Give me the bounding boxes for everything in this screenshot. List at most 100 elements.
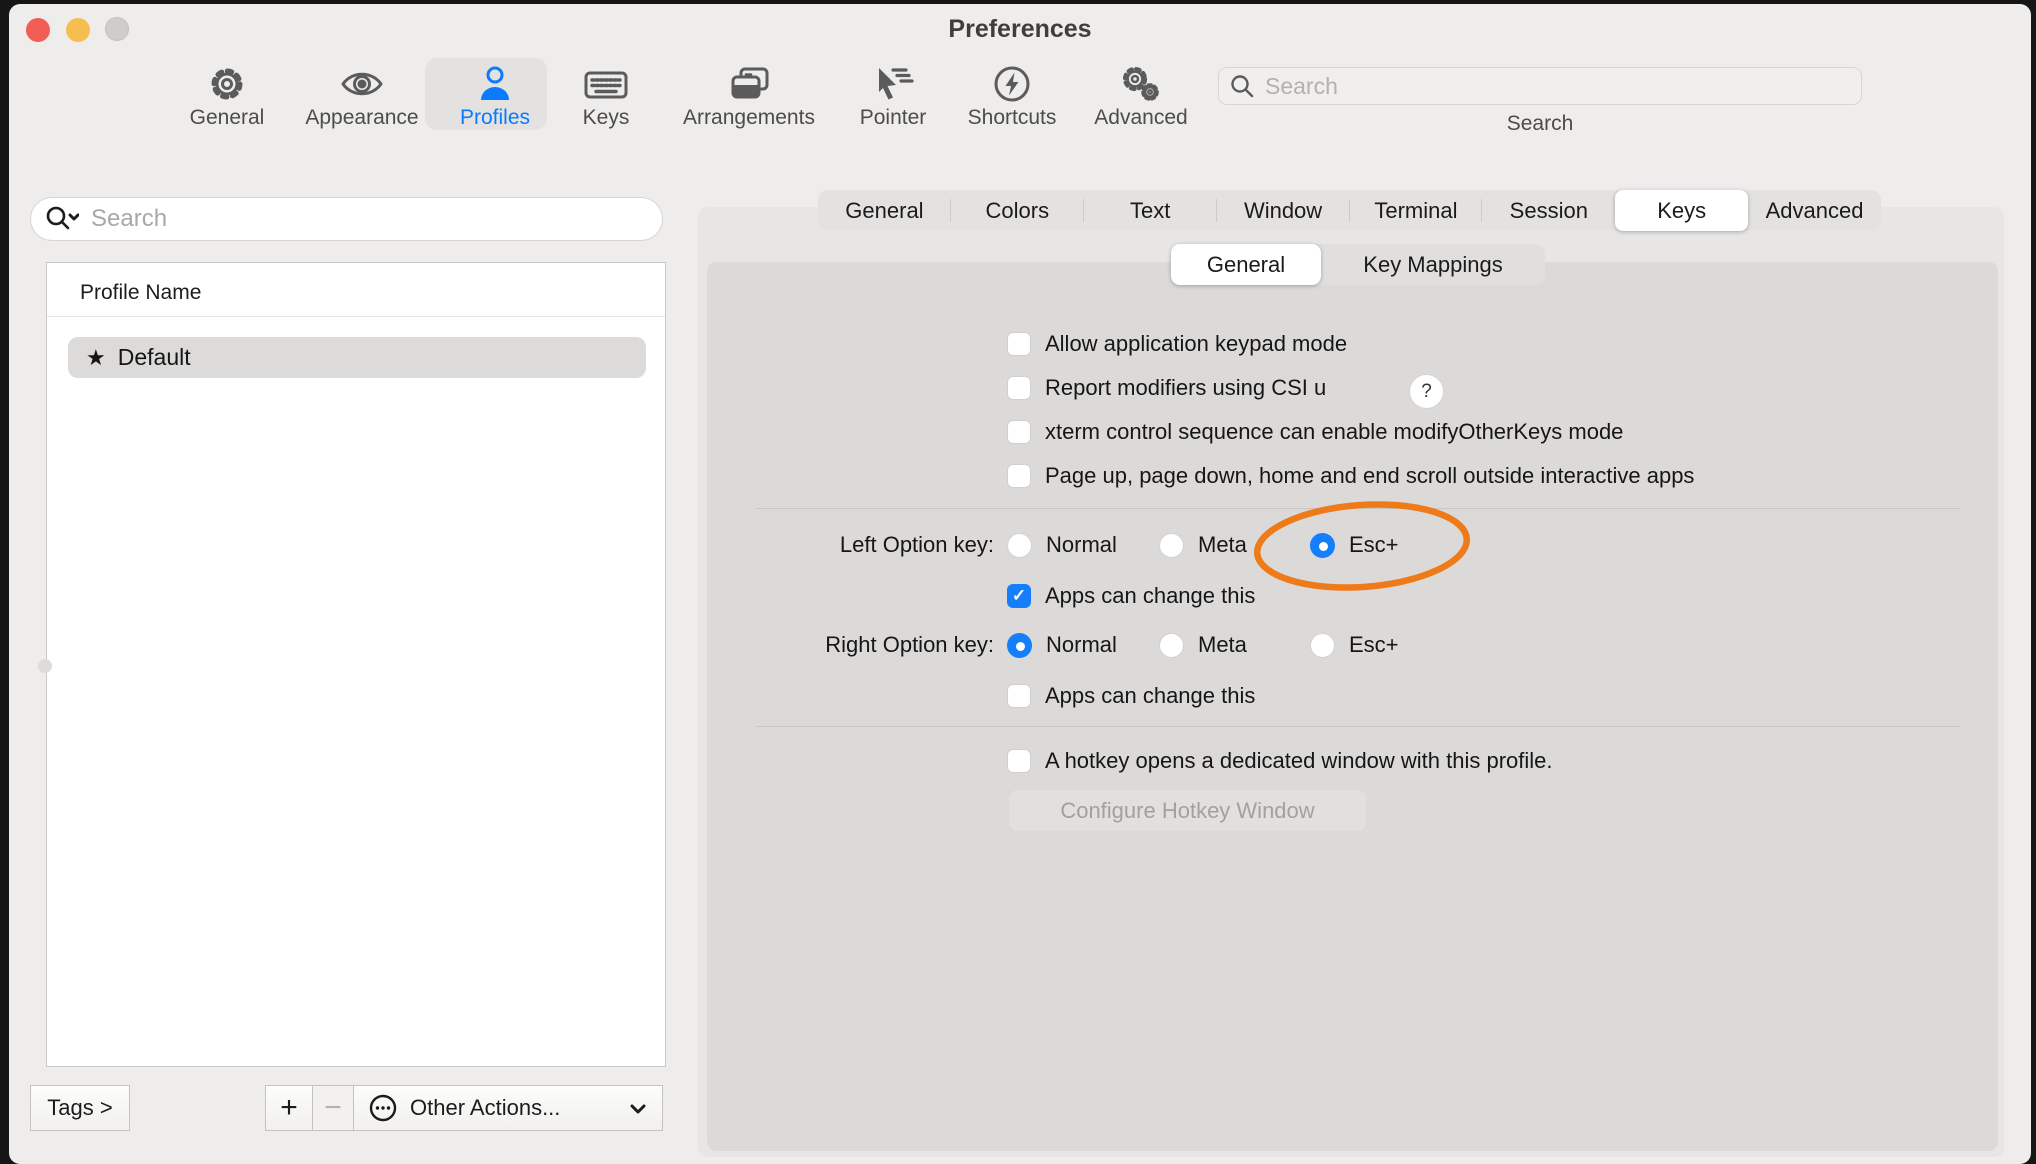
toolbar-item-label: Arrangements bbox=[683, 106, 815, 130]
keys-general-panel bbox=[707, 262, 1998, 1151]
radio-circle[interactable] bbox=[1159, 633, 1184, 658]
checkbox-row[interactable]: ✓ Apps can change this bbox=[1007, 583, 1255, 609]
toolbar-item-shortcuts[interactable]: Shortcuts bbox=[952, 58, 1072, 130]
radio-circle[interactable] bbox=[1310, 633, 1335, 658]
radio-circle[interactable] bbox=[1007, 633, 1032, 658]
checkbox-label: Allow application keypad mode bbox=[1045, 331, 1347, 357]
profile-list: Profile Name ★ Default bbox=[46, 262, 666, 1067]
add-profile-button[interactable]: + bbox=[265, 1085, 313, 1131]
radio-right-normal[interactable]: Normal bbox=[1007, 632, 1117, 658]
radio-circle[interactable] bbox=[1310, 533, 1335, 558]
radio-right-esc[interactable]: Esc+ bbox=[1310, 632, 1399, 658]
tab-window[interactable]: Window bbox=[1217, 190, 1350, 231]
cursor-icon bbox=[872, 62, 914, 106]
keys-subtabs: General Key Mappings bbox=[1171, 244, 1545, 285]
toolbar-item-general[interactable]: General bbox=[177, 58, 277, 130]
toolbar-item-label: Advanced bbox=[1094, 106, 1187, 130]
checkbox-label: A hotkey opens a dedicated window with t… bbox=[1045, 748, 1553, 774]
checkbox-row[interactable]: Page up, page down, home and end scroll … bbox=[1007, 463, 1694, 489]
keyboard-icon bbox=[583, 62, 629, 106]
tab-text[interactable]: Text bbox=[1084, 190, 1217, 231]
toolbar-item-label: General bbox=[190, 106, 265, 130]
checkbox-label: Apps can change this bbox=[1045, 583, 1255, 609]
search-icon bbox=[1229, 73, 1255, 99]
tags-button[interactable]: Tags > bbox=[30, 1085, 130, 1131]
toolbar-item-label: Appearance bbox=[305, 106, 418, 130]
toolbar-item-label: Profiles bbox=[460, 106, 530, 130]
preferences-window: Preferences General Appearance bbox=[9, 4, 2031, 1164]
checkbox-allow-keypad[interactable] bbox=[1007, 332, 1031, 356]
checkbox-label: xterm control sequence can enable modify… bbox=[1045, 419, 1623, 445]
radio-circle[interactable] bbox=[1007, 533, 1032, 558]
chevron-down-icon bbox=[630, 1103, 646, 1115]
bolt-circle-icon bbox=[992, 62, 1032, 106]
radio-right-meta[interactable]: Meta bbox=[1159, 632, 1247, 658]
checkbox-row[interactable]: Allow application keypad mode bbox=[1007, 331, 1347, 357]
tab-session[interactable]: Session bbox=[1482, 190, 1615, 231]
divider bbox=[47, 316, 665, 317]
toolbar-search-field[interactable] bbox=[1218, 67, 1862, 105]
radio-left-esc[interactable]: Esc+ bbox=[1310, 532, 1399, 558]
checkbox-csi-u[interactable] bbox=[1007, 376, 1031, 400]
checkbox-label: Page up, page down, home and end scroll … bbox=[1045, 463, 1694, 489]
toolbar-item-keys[interactable]: Keys bbox=[566, 58, 646, 130]
toolbar-search-input[interactable] bbox=[1265, 73, 1825, 100]
profile-row-default[interactable]: ★ Default bbox=[68, 337, 646, 378]
tab-colors[interactable]: Colors bbox=[951, 190, 1084, 231]
toolbar-item-advanced[interactable]: Advanced bbox=[1081, 58, 1201, 130]
profile-section-tabs: General Colors Text Window Terminal Sess… bbox=[818, 190, 1881, 231]
left-option-key-label: Left Option key: bbox=[754, 532, 994, 558]
other-actions-dropdown[interactable]: Other Actions... bbox=[353, 1085, 663, 1131]
toolbar-item-arrangements[interactable]: Arrangements bbox=[671, 58, 827, 130]
toolbar-item-pointer[interactable]: Pointer bbox=[843, 58, 943, 130]
window-title: Preferences bbox=[9, 15, 2031, 44]
profile-search-input[interactable] bbox=[91, 205, 631, 233]
help-button[interactable]: ? bbox=[1409, 374, 1444, 409]
checkbox-modify-other-keys[interactable] bbox=[1007, 420, 1031, 444]
configure-hotkey-window-button: Configure Hotkey Window bbox=[1009, 790, 1366, 831]
checkbox-hotkey-window[interactable] bbox=[1007, 749, 1031, 773]
remove-profile-button[interactable]: − bbox=[312, 1085, 354, 1131]
subtab-general[interactable]: General bbox=[1171, 244, 1321, 285]
gear-icon bbox=[207, 62, 247, 106]
tab-terminal[interactable]: Terminal bbox=[1350, 190, 1483, 231]
checkbox-page-scroll[interactable] bbox=[1007, 464, 1031, 488]
star-icon: ★ bbox=[86, 345, 106, 371]
tab-keys[interactable]: Keys bbox=[1615, 190, 1748, 231]
radio-left-normal[interactable]: Normal bbox=[1007, 532, 1117, 558]
radio-circle[interactable] bbox=[1159, 533, 1184, 558]
divider bbox=[756, 726, 1960, 727]
checkbox-apps-change-left[interactable]: ✓ bbox=[1007, 584, 1031, 608]
toolbar-item-profiles[interactable]: Profiles bbox=[435, 58, 555, 130]
checkbox-row[interactable]: A hotkey opens a dedicated window with t… bbox=[1007, 748, 1553, 774]
divider bbox=[756, 508, 1960, 509]
checkbox-apps-change-right[interactable] bbox=[1007, 684, 1031, 708]
person-icon bbox=[475, 62, 515, 106]
checkbox-row[interactable]: Apps can change this bbox=[1007, 683, 1255, 709]
radio-left-meta[interactable]: Meta bbox=[1159, 532, 1247, 558]
toolbar-search-caption: Search bbox=[1218, 112, 1862, 136]
checkbox-row[interactable]: xterm control sequence can enable modify… bbox=[1007, 419, 1623, 445]
right-option-key-label: Right Option key: bbox=[754, 632, 994, 658]
desktop-background: Preferences General Appearance bbox=[0, 0, 2036, 1164]
gears-icon bbox=[1118, 62, 1164, 106]
toolbar-item-label: Pointer bbox=[860, 106, 927, 130]
toolbar-item-appearance[interactable]: Appearance bbox=[292, 58, 432, 130]
checkbox-row[interactable]: Report modifiers using CSI u bbox=[1007, 375, 1326, 401]
windows-icon bbox=[727, 62, 771, 106]
eye-icon bbox=[340, 62, 384, 106]
search-menu-icon bbox=[45, 205, 79, 233]
pane-resize-dot[interactable] bbox=[38, 659, 52, 673]
profile-search-field[interactable] bbox=[30, 197, 663, 241]
tab-general[interactable]: General bbox=[818, 190, 951, 231]
profile-name: Default bbox=[118, 344, 191, 371]
ellipsis-circle-icon bbox=[368, 1093, 398, 1123]
subtab-key-mappings[interactable]: Key Mappings bbox=[1321, 244, 1545, 285]
toolbar-item-label: Keys bbox=[583, 106, 630, 130]
profile-list-column-header: Profile Name bbox=[80, 281, 201, 305]
checkbox-label: Apps can change this bbox=[1045, 683, 1255, 709]
tab-advanced[interactable]: Advanced bbox=[1748, 190, 1881, 231]
toolbar-item-label: Shortcuts bbox=[968, 106, 1057, 130]
other-actions-label: Other Actions... bbox=[410, 1095, 560, 1121]
checkbox-label: Report modifiers using CSI u bbox=[1045, 375, 1326, 401]
